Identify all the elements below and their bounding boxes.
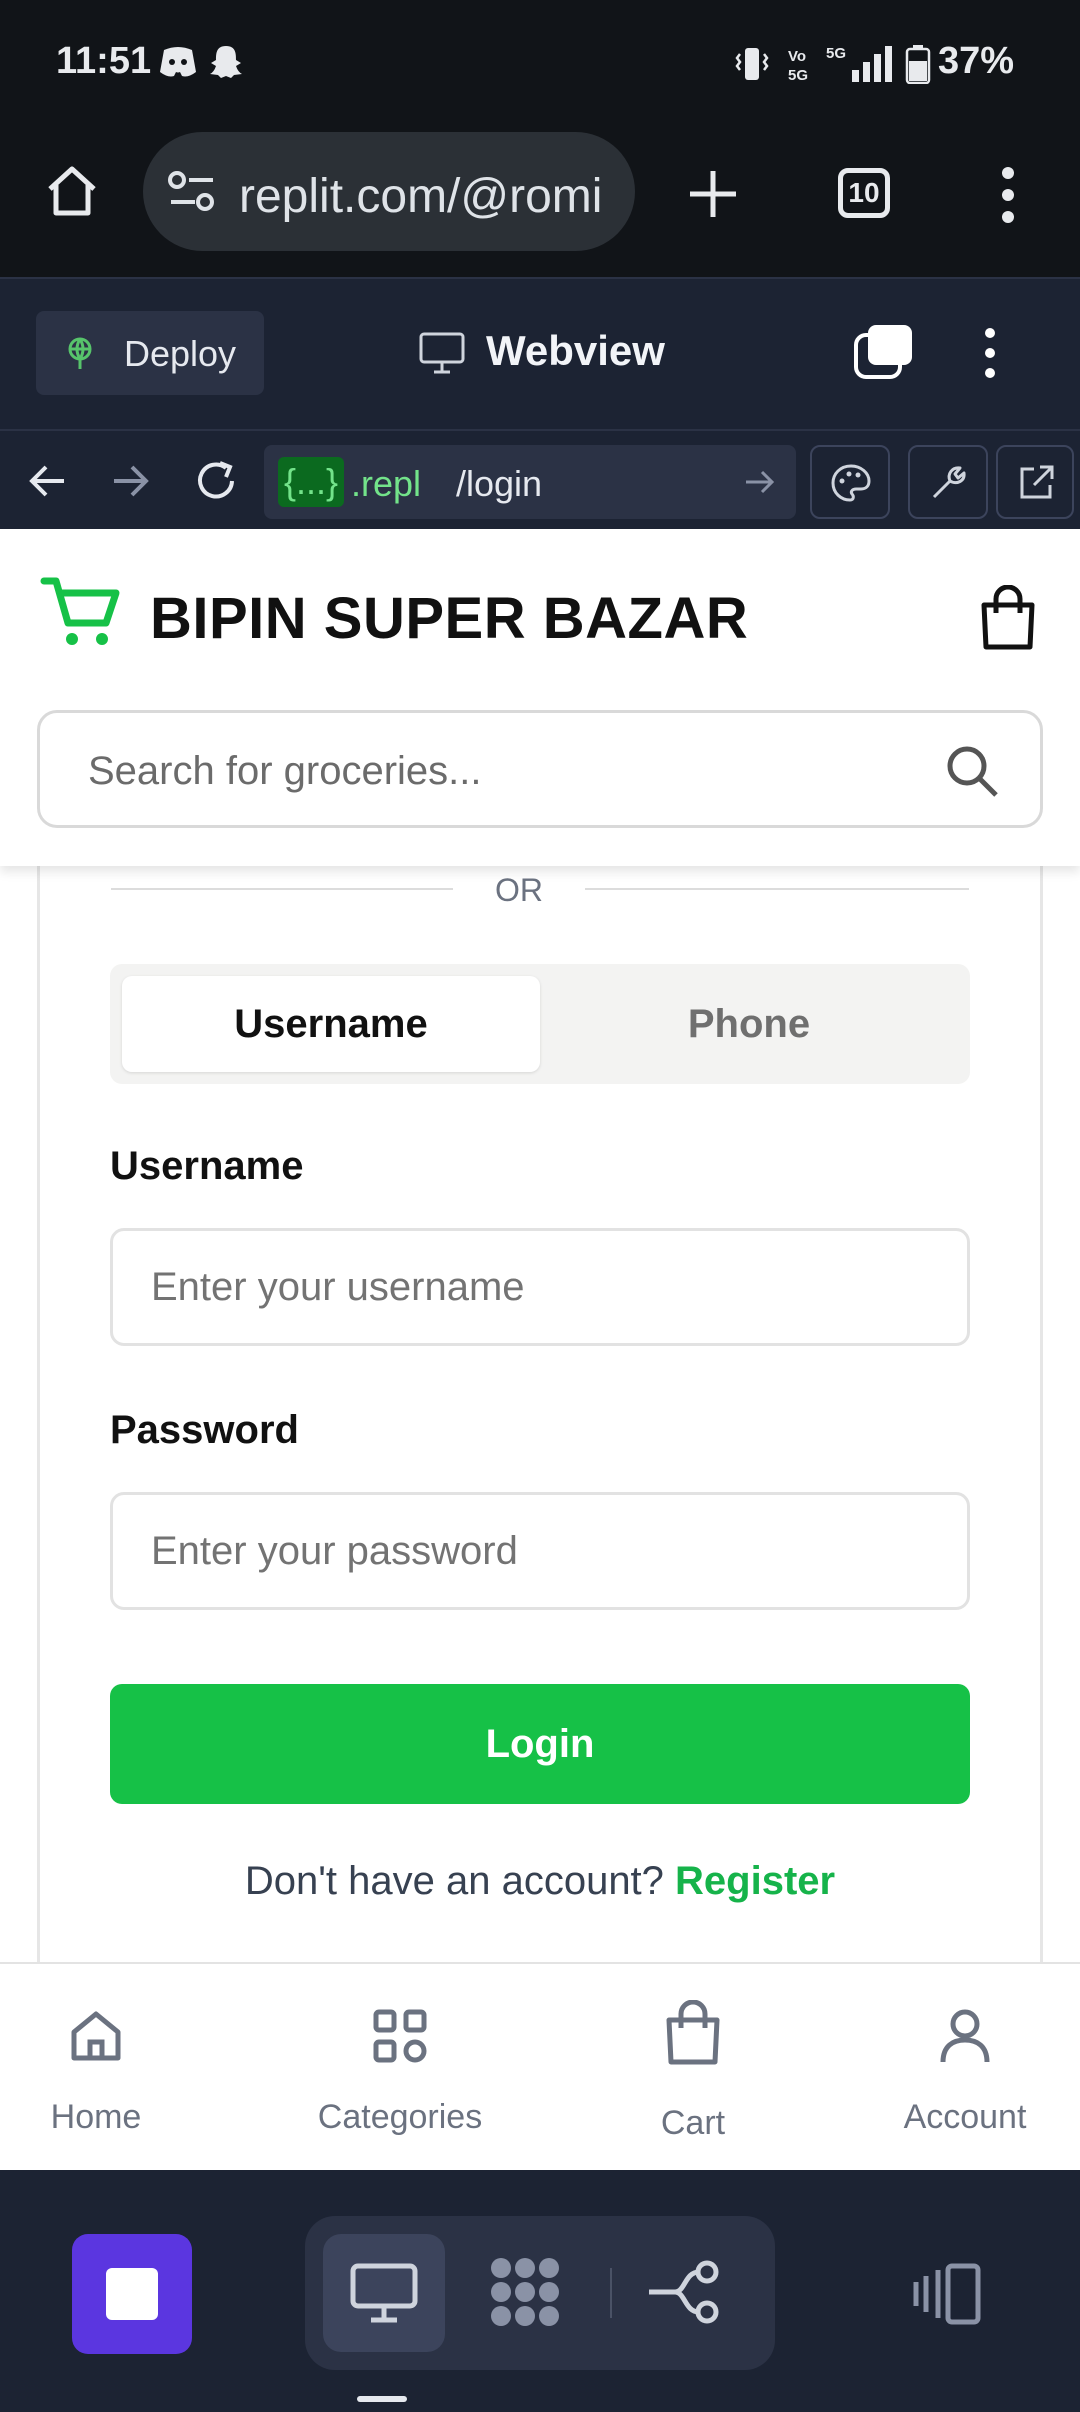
- svg-text:5G: 5G: [788, 67, 808, 84]
- shopping-bag-icon: [666, 2000, 720, 2065]
- repl-domain: .repl: [351, 463, 422, 504]
- url-text[interactable]: replit.com/@romi: [239, 169, 629, 224]
- user-icon: [940, 2009, 990, 2063]
- new-tab-icon[interactable]: [686, 167, 740, 221]
- go-arrow-icon[interactable]: [744, 467, 776, 497]
- username-label: Username: [110, 1144, 304, 1188]
- site-settings-icon[interactable]: [167, 170, 217, 214]
- nav-categories-label: Categories: [317, 2098, 483, 2136]
- store-title: BIPIN SUPER BAZAR: [150, 586, 749, 651]
- register-link[interactable]: Register: [675, 1859, 835, 1903]
- devtools-button[interactable]: [908, 445, 988, 519]
- search-box[interactable]: [37, 710, 1043, 828]
- nav-home[interactable]: Home: [0, 1964, 196, 2172]
- nav-account-label: Account: [903, 2098, 1027, 2136]
- home-icon: [71, 2011, 121, 2061]
- status-time: 11:51: [56, 40, 152, 82]
- back-icon[interactable]: [28, 463, 68, 499]
- tab-phone[interactable]: Phone: [540, 976, 958, 1072]
- home-indicator: [357, 2396, 407, 2402]
- password-input[interactable]: [110, 1492, 970, 1610]
- snapchat-icon: [210, 46, 242, 78]
- svg-text:5G: 5G: [826, 45, 846, 62]
- volte-icon: Vo 5G: [788, 48, 808, 84]
- app-header: BIPIN SUPER BAZAR: [0, 529, 1080, 866]
- webview-url-field[interactable]: {...} .repl /login: [264, 445, 796, 519]
- nav-cart[interactable]: Cart: [593, 1964, 793, 2172]
- password-label: Password: [110, 1408, 299, 1452]
- vibrate-icon: [735, 48, 769, 80]
- pane-switcher: [305, 2216, 775, 2370]
- webview-title: Webview: [486, 327, 665, 374]
- webview-navbar: {...} .repl /login: [0, 429, 1080, 529]
- nav-account[interactable]: Account: [865, 1964, 1065, 2172]
- discord-icon: [160, 47, 196, 77]
- battery-icon: [905, 45, 931, 84]
- monitor-icon: [419, 332, 465, 374]
- wrench-icon: [932, 466, 966, 499]
- pane-divider: [610, 2268, 612, 2318]
- workspace-icon[interactable]: [485, 2252, 565, 2332]
- username-input[interactable]: [110, 1228, 970, 1346]
- open-external-button[interactable]: [996, 445, 1074, 519]
- divider-line-left: [111, 888, 453, 890]
- browser-toolbar: replit.com/@romi 10: [0, 125, 1080, 277]
- nav-categories[interactable]: Categories: [300, 1964, 500, 2172]
- webview-pane-button[interactable]: [323, 2234, 445, 2352]
- monitor-icon: [350, 2263, 418, 2323]
- external-link-icon: [1020, 465, 1054, 499]
- home-icon[interactable]: [42, 161, 102, 221]
- stop-icon: [106, 2268, 158, 2320]
- replit-header: Deploy Webview: [0, 277, 1080, 429]
- or-divider: OR: [73, 864, 969, 908]
- repl-path[interactable]: /login: [456, 463, 542, 505]
- tab-username[interactable]: Username: [122, 976, 540, 1072]
- or-text: OR: [495, 872, 543, 908]
- search-icon[interactable]: [944, 743, 1000, 799]
- status-bar: 11:51 Vo 5G 5G 37%: [0, 0, 1080, 125]
- theme-button[interactable]: [810, 445, 890, 519]
- deploy-icon: [68, 337, 92, 369]
- app-viewport: BIPIN SUPER BAZAR OR Username Phone User…: [0, 529, 1080, 2172]
- deploy-button[interactable]: Deploy: [36, 311, 264, 395]
- shopping-bag-icon[interactable]: [978, 585, 1038, 651]
- divider-line-right: [585, 888, 969, 890]
- repl-badge: {...}: [278, 457, 345, 507]
- new-window-icon[interactable]: [852, 323, 914, 381]
- nav-cart-label: Cart: [660, 2104, 726, 2142]
- git-branch-icon[interactable]: [645, 2256, 725, 2328]
- url-bar[interactable]: replit.com/@romi: [143, 132, 635, 251]
- panels-icon[interactable]: [912, 2262, 984, 2326]
- more-vert-icon[interactable]: [996, 165, 1020, 225]
- forward-icon[interactable]: [110, 463, 150, 499]
- register-prompt-text: Don't have an account?: [244, 1859, 664, 1903]
- battery-percent: 37%: [938, 40, 1015, 82]
- replit-bottom-bar: [0, 2170, 1080, 2412]
- replit-more-icon[interactable]: [978, 325, 1002, 381]
- stop-button[interactable]: [72, 2234, 192, 2354]
- search-input[interactable]: [88, 741, 908, 801]
- signal-5g-icon: 5G: [826, 45, 892, 82]
- tab-switcher-button[interactable]: 10: [838, 168, 890, 218]
- grid-icon: [373, 2009, 427, 2063]
- register-prompt: Don't have an account? Register: [0, 1859, 1080, 1904]
- login-method-toggle: Username Phone: [110, 964, 970, 1084]
- shopping-cart-icon: [40, 577, 120, 645]
- bottom-nav: Home Categories Cart Account: [0, 1962, 1080, 2170]
- svg-text:Vo: Vo: [788, 48, 806, 65]
- nav-home-label: Home: [50, 2098, 142, 2136]
- login-button[interactable]: Login: [110, 1684, 970, 1804]
- reload-icon[interactable]: [194, 459, 238, 503]
- deploy-label: Deploy: [124, 333, 237, 374]
- palette-icon: [831, 464, 871, 502]
